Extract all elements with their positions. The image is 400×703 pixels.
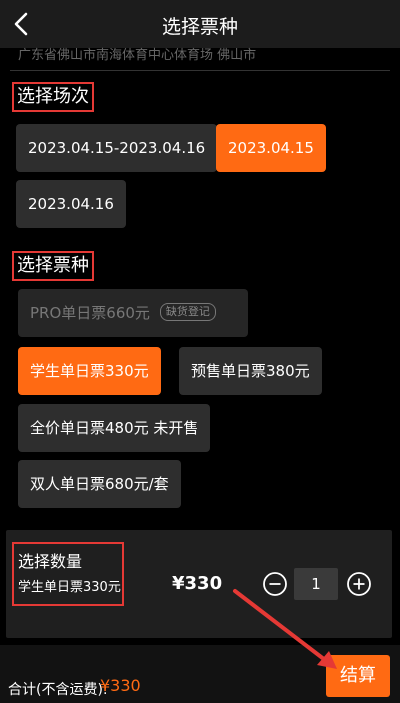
total-value: ¥330 xyxy=(100,676,141,695)
ticket-option-student[interactable]: 学生单日票330元 xyxy=(18,347,161,395)
total-label: 合计(不含运费): xyxy=(8,682,108,698)
annotation-arrow-icon xyxy=(233,589,337,669)
quantity-ticket-name: 学生单日票330元 xyxy=(18,580,121,595)
out-of-stock-tag[interactable]: 缺货登记 xyxy=(159,302,216,321)
ticket-section-title: 选择票种 xyxy=(12,251,94,281)
ticket-option-pro[interactable]: PRO单日票660元 缺货登记 xyxy=(18,289,248,337)
divider xyxy=(10,70,390,71)
session-option-0415[interactable]: 2023.04.15 xyxy=(216,124,326,172)
top-bar: 选择票种 xyxy=(0,0,400,48)
ticket-option-double[interactable]: 双人单日票680元/套 xyxy=(18,460,181,508)
venue-address: 广东省佛山市南海体育中心体育场 佛山市 xyxy=(18,48,257,62)
ticket-option-presale[interactable]: 预售单日票380元 xyxy=(179,347,322,395)
session-section-title: 选择场次 xyxy=(12,82,94,112)
ticket-option-fullprice[interactable]: 全价单日票480元 未开售 xyxy=(18,404,211,452)
quantity-price: ¥330 xyxy=(172,573,223,594)
session-option-0416[interactable]: 2023.04.16 xyxy=(16,180,126,228)
session-option-range[interactable]: 2023.04.15-2023.04.16 xyxy=(16,124,218,172)
quantity-title: 选择数量 xyxy=(18,552,83,571)
plus-icon[interactable] xyxy=(346,571,372,597)
page-title: 选择票种 xyxy=(161,16,238,38)
ticket-option-pro-label: PRO单日票660元 xyxy=(30,304,150,322)
